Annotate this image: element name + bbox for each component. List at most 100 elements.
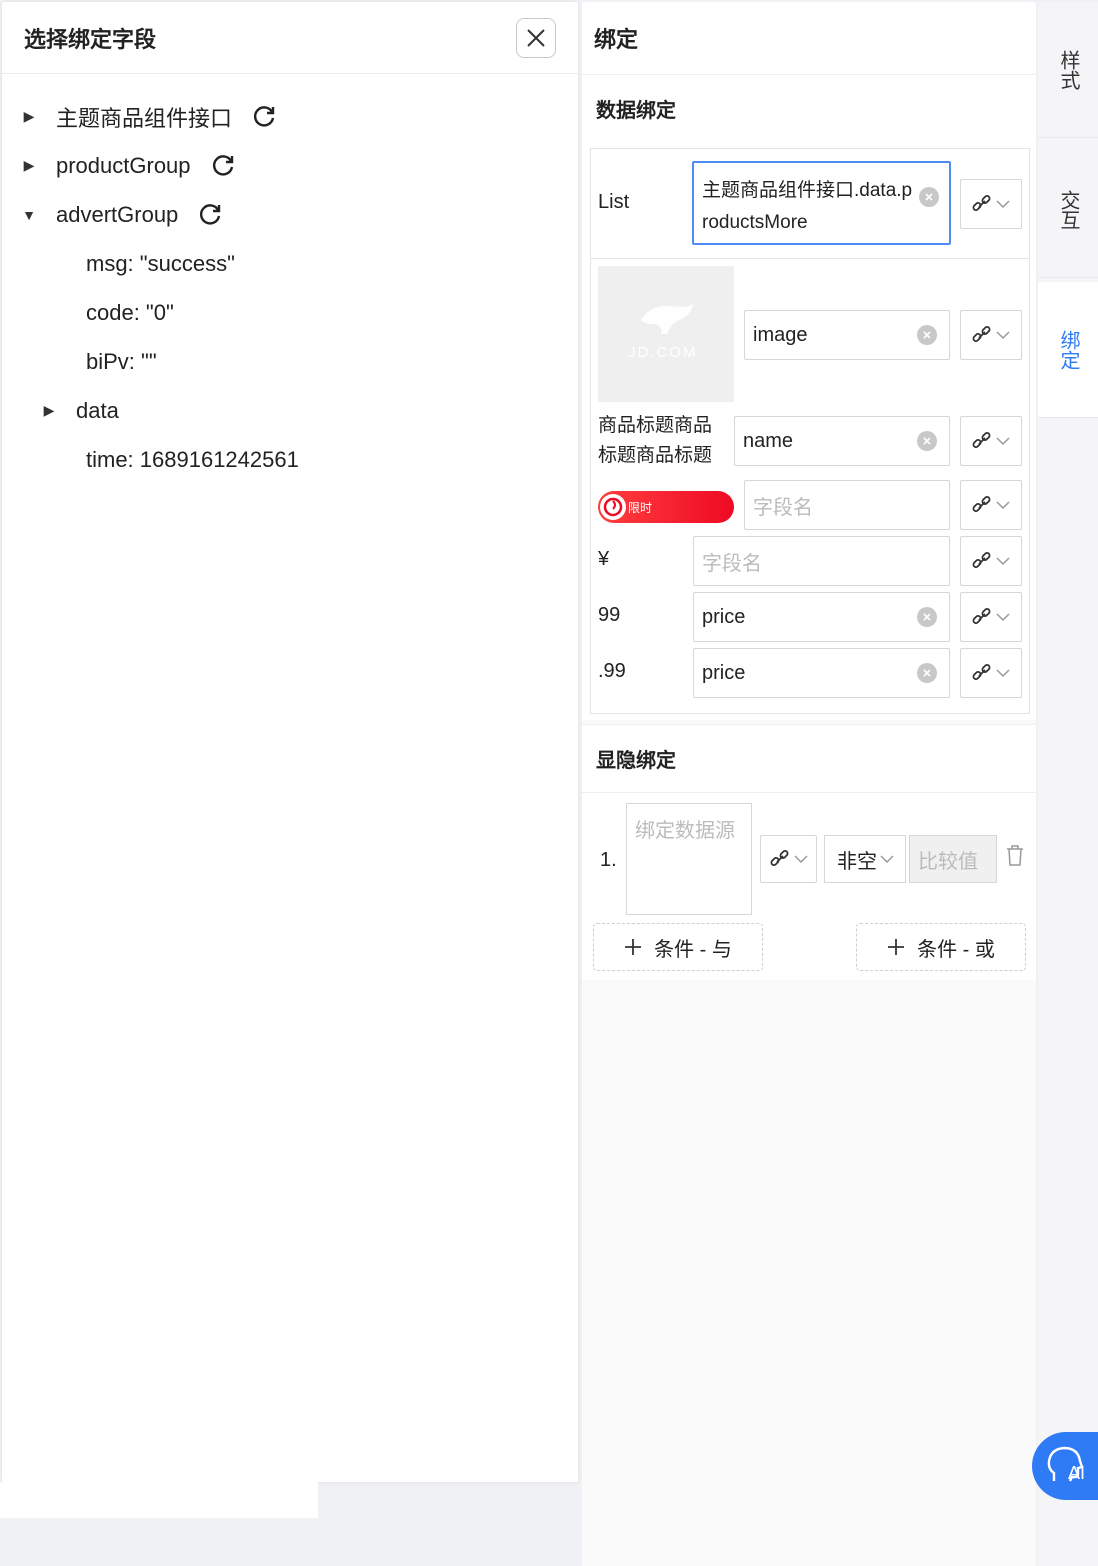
close-icon (527, 28, 545, 47)
link-select-button[interactable] (960, 648, 1022, 698)
clear-icon[interactable] (917, 607, 937, 627)
tree-leaf-bipv[interactable]: biPv: "" (2, 337, 578, 386)
name-field[interactable]: name (734, 416, 950, 466)
tab-interaction-label: 交互 (1057, 189, 1079, 230)
visibility-binding-heading: 显隐绑定 (582, 724, 1036, 792)
tree-node-productgroup[interactable]: ▶ productGroup (2, 141, 578, 190)
currency-field[interactable]: 字段名 (693, 536, 950, 586)
price-decimal-label: .99 (598, 660, 626, 682)
tab-binding[interactable]: 绑定 (1038, 282, 1098, 418)
tab-interaction[interactable]: 交互 (1038, 142, 1098, 278)
field-picker-header: 选择绑定字段 (2, 2, 578, 74)
chevron-down-icon (996, 437, 1010, 446)
price-field-value: price (702, 661, 746, 684)
link-icon (972, 552, 991, 568)
field-picker-panel: 选择绑定字段 ▶ 主题商品组件接口 ▶ productGroup ▼ adver… (2, 2, 578, 1482)
condition-source-field[interactable]: 绑定数据源 (626, 803, 752, 915)
link-select-button[interactable] (960, 536, 1022, 586)
tree-node-theme-api[interactable]: ▶ 主题商品组件接口 (2, 92, 578, 141)
name-field-value: name (743, 429, 794, 452)
caret-down-icon[interactable]: ▼ (12, 207, 46, 223)
link-select-button[interactable] (960, 592, 1022, 642)
operator-value: 非空 (837, 850, 877, 873)
binding-panel-title: 绑定 (582, 2, 1036, 74)
condition-index: 1. (600, 849, 617, 871)
data-binding-heading: 数据绑定 (582, 74, 1036, 142)
link-icon (972, 195, 991, 211)
binding-panel: 绑定 数据绑定 List 主题商品组件接口.data.productsMore (582, 2, 1036, 1566)
tree-leaf-msg[interactable]: msg: "success" (2, 239, 578, 288)
side-tab-bar: 样式 交互 绑定 (1038, 2, 1098, 1566)
clear-icon[interactable] (917, 325, 937, 345)
add-and-condition-button[interactable]: 条件 - 与 (593, 923, 763, 971)
tree-node-advertgroup[interactable]: ▼ advertGroup (2, 190, 578, 239)
close-button[interactable] (516, 17, 556, 58)
tab-binding-label: 绑定 (1057, 329, 1079, 370)
link-icon (972, 326, 991, 342)
list-source-value: 主题商品组件接口.data.productsMore (702, 180, 913, 233)
promo-tag: 限时 (598, 491, 734, 523)
tab-style-label: 样式 (1057, 49, 1079, 90)
operator-select[interactable]: 非空 (824, 835, 906, 883)
refresh-icon[interactable] (211, 154, 235, 178)
link-icon (770, 850, 788, 866)
price-integer-label: 99 (598, 604, 621, 626)
image-field-value: image (753, 323, 808, 346)
promo-field[interactable]: 字段名 (744, 480, 950, 530)
list-source-field[interactable]: 主题商品组件接口.data.productsMore (692, 161, 951, 245)
caret-right-icon[interactable]: ▶ (12, 108, 46, 125)
price-field-value: price (702, 605, 746, 628)
trash-icon[interactable] (1006, 845, 1024, 872)
link-select-button[interactable] (960, 310, 1022, 360)
price-integer-field[interactable]: price (693, 592, 950, 642)
tree-leaf-label: time: 1689161242561 (86, 446, 299, 472)
promo-text: 限时 (628, 500, 653, 515)
link-icon (972, 496, 991, 512)
compare-value-input[interactable]: 比较值 (909, 835, 997, 883)
link-select-button[interactable] (960, 416, 1022, 466)
price-decimal-field[interactable]: price (693, 648, 950, 698)
clear-icon[interactable] (919, 187, 939, 207)
binding-card: List 主题商品组件接口.data.productsMore JD.COM i… (590, 148, 1030, 714)
ai-label: AI (1068, 1463, 1085, 1483)
link-icon (972, 432, 991, 448)
image-field[interactable]: image (744, 310, 950, 360)
ai-assistant-button[interactable]: AI (1032, 1432, 1098, 1500)
tree-node-data[interactable]: ▶ data (2, 386, 578, 435)
list-binding-row: List 主题商品组件接口.data.productsMore (591, 149, 1029, 259)
caret-right-icon[interactable]: ▶ (32, 402, 66, 419)
currency-label: ¥ (598, 548, 610, 570)
condition-link-button[interactable] (760, 835, 817, 883)
refresh-icon[interactable] (252, 105, 276, 129)
plus-icon (888, 939, 905, 955)
image-watermark-text: JD.COM (628, 344, 698, 361)
field-picker-title: 选择绑定字段 (24, 26, 157, 52)
condition-source-placeholder: 绑定数据源 (635, 820, 735, 842)
tree-leaf-code[interactable]: code: "0" (2, 288, 578, 337)
tab-style[interactable]: 样式 (1038, 2, 1098, 138)
data-binding-section: List 主题商品组件接口.data.productsMore JD.COM i… (582, 142, 1036, 720)
chevron-down-icon (996, 613, 1010, 622)
left-panel-footer (0, 1482, 318, 1518)
chevron-down-icon (880, 855, 894, 864)
chevron-down-icon (996, 501, 1010, 510)
link-icon (972, 664, 991, 680)
product-title-label: 商品标题商品标题商品标题 (598, 415, 713, 466)
refresh-icon[interactable] (198, 203, 222, 227)
tree-leaf-label: biPv: "" (86, 348, 157, 374)
clear-icon[interactable] (917, 431, 937, 451)
compare-value-placeholder: 比较值 (918, 850, 978, 873)
add-or-condition-button[interactable]: 条件 - 或 (856, 923, 1026, 971)
flame-icon (600, 494, 626, 520)
field-tree: ▶ 主题商品组件接口 ▶ productGroup ▼ advertGroup (2, 74, 578, 484)
product-image-thumbnail: JD.COM (598, 266, 734, 402)
clear-icon[interactable] (917, 663, 937, 683)
jd-dog-logo (641, 304, 693, 334)
link-select-button[interactable] (960, 480, 1022, 530)
tree-node-label: data (76, 397, 119, 423)
tree-leaf-time[interactable]: time: 1689161242561 (2, 435, 578, 484)
link-select-button[interactable] (960, 179, 1022, 229)
tree-node-label: advertGroup (56, 201, 179, 227)
tree-node-label: 主题商品组件接口 (56, 105, 233, 131)
caret-right-icon[interactable]: ▶ (12, 157, 46, 174)
